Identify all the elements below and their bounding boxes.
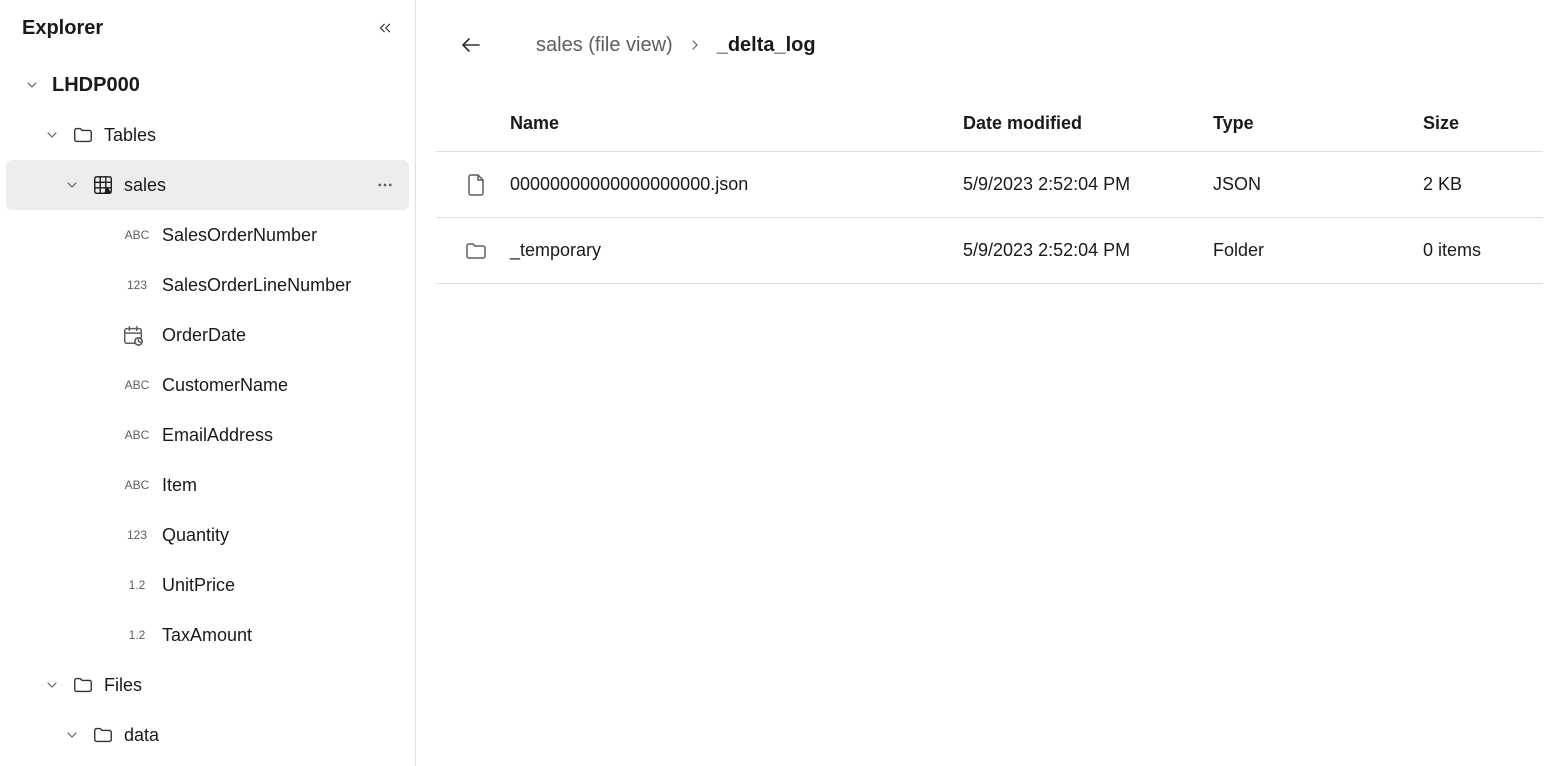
tree-node-column[interactable]: 1.2 UnitPrice xyxy=(6,560,409,610)
tree-node-column[interactable]: 123 SalesOrderLineNumber xyxy=(6,260,409,310)
file-type: Folder xyxy=(1213,240,1423,261)
file-table-header: Name Date modified Type Size xyxy=(436,96,1543,152)
folder-icon xyxy=(72,124,94,146)
tree-node-column[interactable]: ABC CustomerName xyxy=(6,360,409,410)
tree-node-root[interactable]: LHDP000 xyxy=(6,60,409,110)
tree-node-label: data xyxy=(124,725,159,746)
delta-table-icon xyxy=(92,174,114,196)
tree-node-label: SalesOrderNumber xyxy=(162,225,317,246)
file-type: JSON xyxy=(1213,174,1423,195)
abc-type-icon: ABC xyxy=(122,428,152,442)
back-button[interactable] xyxy=(454,28,488,62)
double-chevron-left-icon xyxy=(376,19,394,37)
file-name: 00000000000000000000.json xyxy=(506,174,963,195)
file-size: 2 KB xyxy=(1423,174,1543,195)
file-date: 5/9/2023 2:52:04 PM xyxy=(963,174,1213,195)
breadcrumb-items: sales (file view) _delta_log xyxy=(536,34,816,57)
tree-node-label: TaxAmount xyxy=(162,625,252,646)
file-icon xyxy=(446,173,506,197)
decimal-type-icon: 1.2 xyxy=(122,628,152,642)
sidebar-title: Explorer xyxy=(22,17,103,40)
tree-node-column[interactable]: ABC SalesOrderNumber xyxy=(6,210,409,260)
more-actions-button[interactable] xyxy=(371,171,399,199)
tree-node-label: OrderDate xyxy=(162,325,246,346)
abc-type-icon: ABC xyxy=(122,478,152,492)
tree-node-label: Quantity xyxy=(162,525,229,546)
breadcrumb-current: _delta_log xyxy=(717,34,816,57)
file-table: Name Date modified Type Size 00000000000… xyxy=(436,96,1543,284)
chevron-down-icon xyxy=(22,75,42,95)
main-content: sales (file view) _delta_log Name Date m… xyxy=(416,0,1563,766)
tree-node-label: sales xyxy=(124,175,166,196)
breadcrumb-parent-link[interactable]: sales (file view) xyxy=(536,34,673,57)
date-type-icon xyxy=(122,324,152,346)
tree-node-label: Files xyxy=(104,675,142,696)
tree-node-label: Tables xyxy=(104,125,156,146)
tree-node-label: Item xyxy=(162,475,197,496)
table-row[interactable]: 00000000000000000000.json 5/9/2023 2:52:… xyxy=(436,152,1543,218)
tree-node-label: EmailAddress xyxy=(162,425,273,446)
tree-node-column[interactable]: OrderDate xyxy=(6,310,409,360)
column-header-size[interactable]: Size xyxy=(1423,113,1543,134)
chevron-down-icon xyxy=(62,175,82,195)
chevron-down-icon xyxy=(62,725,82,745)
tree-node-files[interactable]: Files xyxy=(6,660,409,710)
file-date: 5/9/2023 2:52:04 PM xyxy=(963,240,1213,261)
tree-node-label: LHDP000 xyxy=(52,74,140,97)
tree-node-column[interactable]: 123 Quantity xyxy=(6,510,409,560)
chevron-right-icon xyxy=(687,37,703,53)
tree-node-label: UnitPrice xyxy=(162,575,235,596)
chevron-down-icon xyxy=(42,675,62,695)
tree-node-label: CustomerName xyxy=(162,375,288,396)
breadcrumb: sales (file view) _delta_log xyxy=(436,20,1543,70)
explorer-tree: LHDP000 Tables xyxy=(0,54,415,760)
sidebar-header: Explorer xyxy=(0,8,415,54)
abc-type-icon: ABC xyxy=(122,378,152,392)
explorer-sidebar: Explorer LHDP000 Tables xyxy=(0,0,416,766)
decimal-type-icon: 1.2 xyxy=(122,578,152,592)
folder-icon xyxy=(92,724,114,746)
tree-node-label: SalesOrderLineNumber xyxy=(162,275,351,296)
collapse-sidebar-button[interactable] xyxy=(371,14,399,42)
abc-type-icon: ABC xyxy=(122,228,152,242)
tree-node-sales[interactable]: sales xyxy=(6,160,409,210)
123-type-icon: 123 xyxy=(122,278,152,292)
column-header-type[interactable]: Type xyxy=(1213,113,1423,134)
chevron-down-icon xyxy=(42,125,62,145)
file-size: 0 items xyxy=(1423,240,1543,261)
folder-icon xyxy=(72,674,94,696)
file-name: _temporary xyxy=(506,240,963,261)
tree-node-column[interactable]: ABC EmailAddress xyxy=(6,410,409,460)
arrow-left-icon xyxy=(459,33,483,57)
folder-icon xyxy=(446,239,506,263)
column-header-name[interactable]: Name xyxy=(506,113,963,134)
table-row[interactable]: _temporary 5/9/2023 2:52:04 PM Folder 0 … xyxy=(436,218,1543,284)
tree-node-column[interactable]: ABC Item xyxy=(6,460,409,510)
123-type-icon: 123 xyxy=(122,528,152,542)
column-header-date[interactable]: Date modified xyxy=(963,113,1213,134)
tree-node-data[interactable]: data xyxy=(6,710,409,760)
tree-node-column[interactable]: 1.2 TaxAmount xyxy=(6,610,409,660)
tree-node-tables[interactable]: Tables xyxy=(6,110,409,160)
